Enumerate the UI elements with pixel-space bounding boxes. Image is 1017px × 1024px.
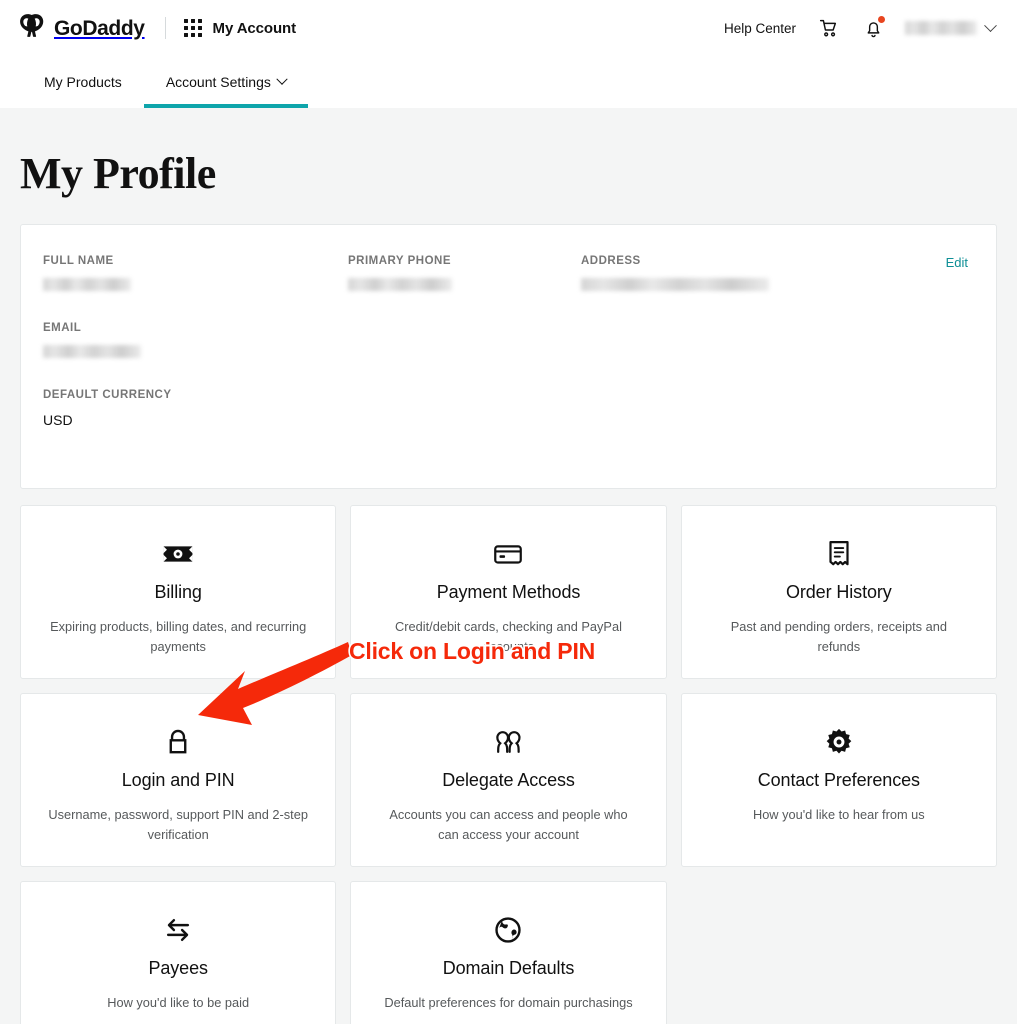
header-divider [164,17,166,39]
shopping-cart-icon[interactable] [815,15,841,41]
tile-title: Order History [785,582,892,602]
tile-login-and-pin[interactable]: Login and PIN Username, password, suppor… [20,693,337,867]
field-primary-phone: PRIMARY PHONE [348,255,581,296]
tile-title: Delegate Access [442,770,575,790]
two-people-icon [490,722,526,762]
field-label: DEFAULT CURRENCY [43,389,172,401]
user-account-menu[interactable] [905,18,997,35]
tile-description: Username, password, support PIN and 2-st… [48,807,308,842]
username-redacted [905,21,977,35]
profile-column-right: ADDRESS [581,255,968,454]
tile-title: Domain Defaults [442,958,575,978]
tile-payment-methods[interactable]: Payment Methods Credit/debit cards, chec… [350,505,667,679]
tile-description: Credit/debit cards, checking and PayPal … [395,619,622,654]
tile-title: Payees [148,958,208,978]
primary-nav-bar: My Products Account Settings [0,56,1017,108]
field-label: ADDRESS [581,255,641,267]
app-grid-icon[interactable] [183,19,202,37]
godaddy-logo-link[interactable]: GoDaddy [18,12,145,44]
tile-description: Default preferences for domain purchasin… [384,995,633,1010]
field-label: EMAIL [43,322,82,334]
field-email: EMAIL [43,322,348,363]
page-title: My Profile [20,149,216,198]
nav-tab-label: My Products [44,74,122,90]
help-center-link[interactable]: Help Center [724,21,796,36]
tile-title: Contact Preferences [757,770,920,790]
default-currency-value: USD [43,412,73,428]
full-name-redacted-value [43,278,131,291]
nav-tab-account-settings[interactable]: Account Settings [143,56,308,108]
tile-title: Login and PIN [121,770,235,790]
nav-tab-label: Account Settings [165,74,271,90]
tile-contact-preferences[interactable]: Contact Preferences How you'd like to he… [680,693,997,867]
header-actions: Help Center [724,15,997,41]
notification-badge-dot [878,16,885,23]
tile-title: Billing [154,582,202,602]
tile-order-history[interactable]: Order History Past and pending orders, r… [680,505,997,679]
globe-icon [491,910,525,950]
field-default-currency: DEFAULT CURRENCY USD [43,389,348,428]
godaddy-heart-logo-icon [18,12,45,44]
lock-icon [161,722,195,762]
tile-description: How you'd like to be paid [107,995,250,1010]
tile-description: Past and pending orders, receipts and re… [730,619,947,654]
chevron-down-icon [276,73,288,85]
top-header-bar: GoDaddy My Account Help Center [0,0,1017,56]
tile-description: Accounts you can access and people who c… [389,807,628,842]
my-account-label: My Account [212,19,297,37]
gear-icon [822,722,856,762]
tile-title: Payment Methods [436,582,581,602]
profile-summary-card: Edit FULL NAME EMAIL DEFAULT CURRENCY US… [20,224,997,489]
profile-column-left: FULL NAME EMAIL DEFAULT CURRENCY USD [43,255,348,454]
address-redacted-value [581,278,769,291]
account-settings-tile-grid: Billing Expiring products, billing dates… [20,505,997,1024]
notification-bell-icon[interactable] [860,15,886,41]
tile-delegate-access[interactable]: Delegate Access Accounts you can access … [350,693,667,867]
tile-payees[interactable]: Payees How you'd like to be paid [20,881,337,1024]
credit-card-icon [491,534,525,574]
tile-billing[interactable]: Billing Expiring products, billing dates… [20,505,337,679]
tile-description: How you'd like to hear from us [752,807,925,822]
profile-column-middle: PRIMARY PHONE [348,255,581,454]
profile-fields-grid: FULL NAME EMAIL DEFAULT CURRENCY USD PRI… [43,255,968,454]
banknote-icon [161,534,195,574]
field-full-name: FULL NAME [43,255,348,296]
tile-empty-placeholder [681,881,997,1024]
tile-domain-defaults[interactable]: Domain Defaults Default preferences for … [350,881,667,1024]
field-label: PRIMARY PHONE [348,255,451,267]
receipt-icon [822,534,856,574]
nav-tab-my-products[interactable]: My Products [22,56,144,108]
edit-profile-link[interactable]: Edit [946,255,968,270]
page-content: My Profile Edit FULL NAME EMAIL DEFAULT … [0,108,1017,1024]
godaddy-wordmark: GoDaddy [54,16,145,40]
transfer-arrows-icon [160,910,196,950]
field-label: FULL NAME [43,255,114,267]
active-tab-underline [143,104,308,108]
primary-phone-redacted-value [348,278,452,291]
tile-description: Expiring products, billing dates, and re… [50,619,307,654]
email-redacted-value [43,345,141,358]
chevron-down-icon [984,18,997,32]
field-address: ADDRESS [581,255,968,296]
